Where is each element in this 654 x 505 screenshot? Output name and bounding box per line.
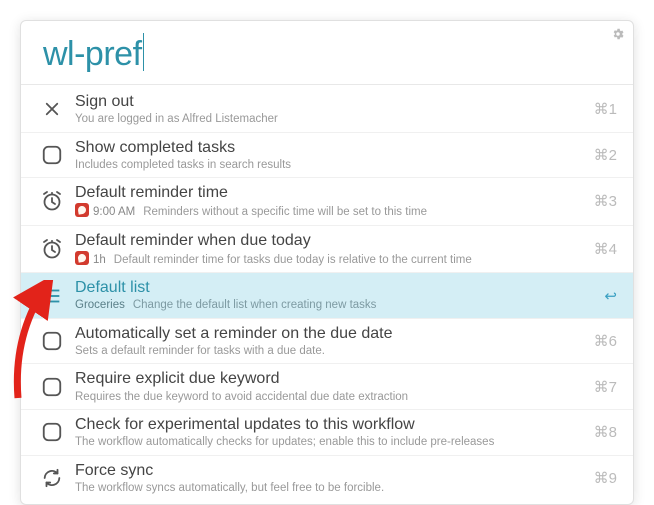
result-subtitle: 9:00 AM Reminders without a specific time… [75,203,577,219]
checkbox-icon [35,144,69,166]
result-sign-out[interactable]: Sign out You are logged in as Alfred List… [21,87,633,132]
result-title: Automatically set a reminder on the due … [75,324,577,343]
result-text: Default list Groceries Change the default … [69,278,577,313]
result-text: Default reminder time 9:00 AM Reminders wi… [69,183,577,220]
result-require-due-keyword[interactable]: Require explicit due keyword Requires the… [21,363,633,409]
launcher-panel: wl-pref Sign out You are logged in as Alf… [20,20,634,505]
result-subtitle-text: Reminders without a specific time will b… [143,206,427,218]
alarm-icon [35,189,69,213]
result-default-list[interactable]: Default list Groceries Change the default … [21,272,633,318]
result-subtitle: Requires the due keyword to avoid accide… [75,390,577,404]
result-subtitle-text: The workflow syncs automatically, but fe… [75,482,384,494]
results-list: Sign out You are logged in as Alfred List… [21,87,633,500]
result-title: Show completed tasks [75,138,577,157]
result-subtitle: You are logged in as Alfred Listemacher [75,112,577,126]
shortcut-label: ⌘7 [577,378,619,396]
result-default-reminder-today[interactable]: Default reminder when due today 1h Default… [21,225,633,273]
result-subtitle-text: Requires the due keyword to avoid accide… [75,391,408,403]
gear-icon[interactable] [611,27,625,46]
result-text: Sign out You are logged in as Alfred List… [69,92,577,127]
result-text: Automatically set a reminder on the due … [69,324,577,359]
result-text: Check for experimental updates to this w… [69,415,577,450]
alarm-icon [35,237,69,261]
checkbox-icon [35,376,69,398]
result-subtitle-text: Default reminder time for tasks due toda… [114,254,472,266]
shortcut-label: ⌘9 [577,469,619,487]
result-subtitle-text: The workflow automatically checks for up… [75,436,494,448]
result-title: Require explicit due keyword [75,369,577,388]
result-title: Default reminder time [75,183,577,202]
result-subtitle-text: You are logged in as Alfred Listemacher [75,113,278,125]
close-icon [35,100,69,118]
divider [21,84,633,85]
result-subtitle: The workflow automatically checks for up… [75,435,577,449]
shortcut-label: ⌘3 [577,192,619,210]
checkbox-icon [35,330,69,352]
reminder-badge-icon [75,251,89,265]
result-title: Check for experimental updates to this w… [75,415,577,434]
text-caret [143,33,144,71]
shortcut-label: ⌘6 [577,332,619,350]
result-show-completed[interactable]: Show completed tasks Includes completed t… [21,132,633,178]
result-check-updates[interactable]: Check for experimental updates to this w… [21,409,633,455]
result-subtitle: The workflow syncs automatically, but fe… [75,481,577,495]
search-query: wl-pref [43,35,142,74]
result-text: Default reminder when due today 1h Default… [69,231,577,268]
result-text: Force sync The workflow syncs automatical… [69,461,577,496]
result-title: Force sync [75,461,577,480]
result-title: Sign out [75,92,577,111]
search-row[interactable]: wl-pref [21,29,633,84]
result-subtitle-prefix: 1h [93,254,106,266]
shortcut-label: ⌘1 [577,100,619,118]
result-subtitle: Groceries Change the default list when cr… [75,298,577,312]
shortcut-label: ⌘2 [577,146,619,164]
result-subtitle: Sets a default reminder for tasks with a… [75,344,577,358]
result-subtitle-text: Sets a default reminder for tasks with a… [75,345,325,357]
result-text: Show completed tasks Includes completed t… [69,138,577,173]
result-subtitle-text: Change the default list when creating ne… [133,299,377,311]
shortcut-label: ↩ [577,287,619,305]
checkbox-icon [35,421,69,443]
result-auto-reminder[interactable]: Automatically set a reminder on the due … [21,318,633,364]
shortcut-label: ⌘8 [577,423,619,441]
result-subtitle-prefix: 9:00 AM [93,206,135,218]
result-text: Require explicit due keyword Requires the… [69,369,577,404]
result-title: Default reminder when due today [75,231,577,250]
shortcut-label: ⌘4 [577,240,619,258]
result-subtitle: Includes completed tasks in search resul… [75,158,577,172]
result-title: Default list [75,278,577,297]
result-subtitle-prefix: Groceries [75,299,125,311]
result-subtitle: 1h Default reminder time for tasks due to… [75,251,577,267]
list-icon [35,285,69,307]
reminder-badge-icon [75,203,89,217]
result-subtitle-text: Includes completed tasks in search resul… [75,159,291,171]
result-default-reminder-time[interactable]: Default reminder time 9:00 AM Reminders wi… [21,177,633,225]
sync-icon [35,467,69,489]
result-force-sync[interactable]: Force sync The workflow syncs automatical… [21,455,633,501]
